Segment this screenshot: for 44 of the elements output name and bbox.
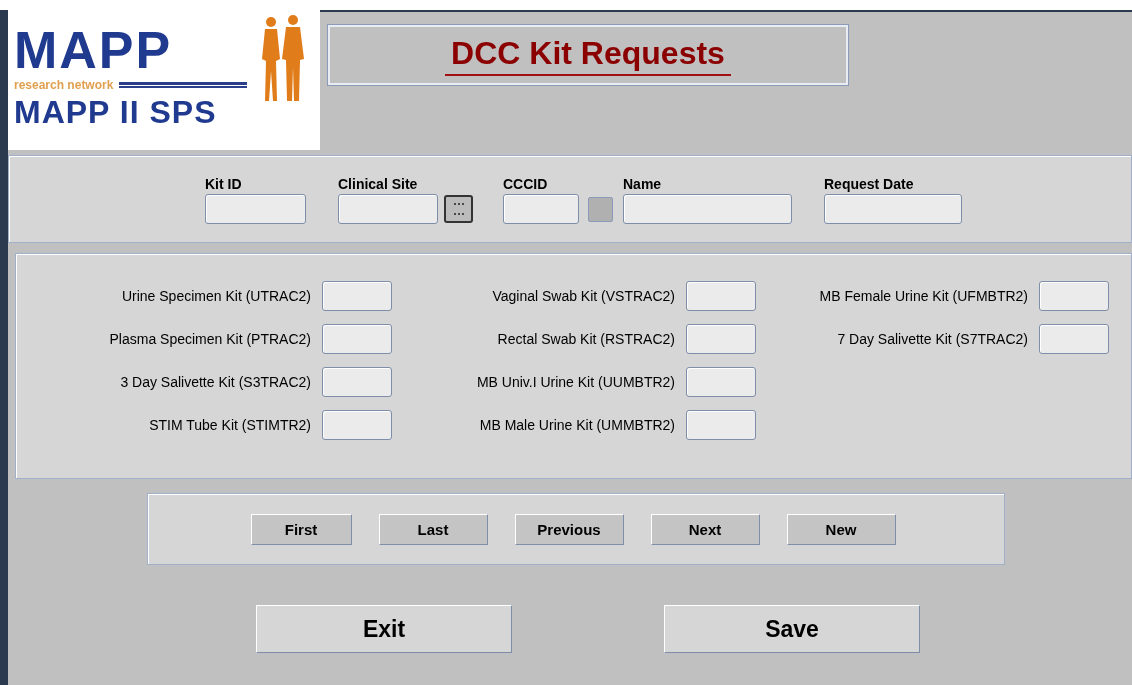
- ellipsis-icon: [452, 201, 465, 217]
- kit-label: MB Univ.I Urine Kit (UUMBTR2): [475, 374, 675, 390]
- quantity-field[interactable]: [686, 367, 756, 397]
- quantity-field[interactable]: [1039, 324, 1109, 354]
- logo-subtitle: MAPP II SPS: [14, 93, 217, 132]
- input-field[interactable]: [205, 194, 306, 224]
- kit-label: Plasma Specimen Kit (PTRAC2): [108, 331, 311, 347]
- field-label: Request Date: [824, 176, 915, 194]
- action-button[interactable]: Save: [664, 605, 920, 653]
- quantity-field[interactable]: [1039, 281, 1109, 311]
- kit-label: Vaginal Swab Kit (VSTRAC2): [491, 288, 675, 304]
- toggle-button[interactable]: [588, 196, 613, 222]
- logo-text: MAPP: [14, 22, 173, 78]
- input-field[interactable]: [824, 194, 962, 224]
- form-title: DCC Kit Requests: [445, 34, 731, 76]
- field-label: Kit ID: [205, 176, 243, 194]
- logo-tagline: research network: [14, 78, 114, 92]
- nav-button[interactable]: Last: [378, 513, 488, 545]
- quantity-field[interactable]: [686, 410, 756, 440]
- input-field[interactable]: [623, 194, 792, 224]
- kit-label: MB Female Urine Kit (UFMBTR2): [818, 288, 1028, 304]
- field-label: Clinical Site: [338, 176, 419, 194]
- lookup-button[interactable]: [444, 195, 473, 223]
- quantity-field[interactable]: [322, 281, 392, 311]
- quantity-field[interactable]: [686, 281, 756, 311]
- kit-label: Rectal Swab Kit (RSTRAC2): [496, 331, 675, 347]
- quantity-field[interactable]: [322, 410, 392, 440]
- quantity-field[interactable]: [322, 324, 392, 354]
- field-label: CCCID: [503, 176, 549, 194]
- kit-label: MB Male Urine Kit (UMMBTR2): [478, 417, 675, 433]
- kit-label: 7 Day Salivette Kit (S7TRAC2): [836, 331, 1028, 347]
- nav-button[interactable]: New: [786, 513, 896, 545]
- input-field[interactable]: [503, 194, 579, 224]
- action-button[interactable]: Exit: [256, 605, 512, 653]
- field-label: Name: [623, 176, 663, 194]
- quantity-field[interactable]: [686, 324, 756, 354]
- quantity-field[interactable]: [322, 367, 392, 397]
- nav-button[interactable]: First: [250, 513, 352, 545]
- kit-label: STIM Tube Kit (STIMTR2): [148, 417, 311, 433]
- kit-label: 3 Day Salivette Kit (S3TRAC2): [119, 374, 311, 390]
- kit-label: Urine Specimen Kit (UTRAC2): [120, 288, 311, 304]
- nav-button[interactable]: Next: [650, 513, 760, 545]
- nav-button[interactable]: Previous: [514, 513, 624, 545]
- input-field[interactable]: [338, 194, 438, 224]
